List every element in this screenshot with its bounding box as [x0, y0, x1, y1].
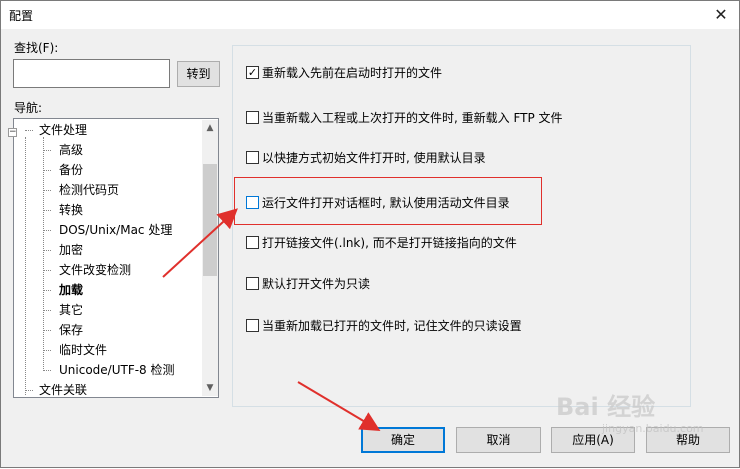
watermark-subtext: jingyan.baidu.com — [602, 422, 704, 435]
annotation-arrow-to-option — [162, 208, 238, 278]
baidu-watermark: Bai 经验 jingyan.baidu.com — [556, 387, 704, 435]
watermark-text: Bai 经验 — [556, 393, 656, 421]
config-dialog: 配置 ✕ 查找(F): 转到 导航: 文件处理 高级 备份 检测代码页 转换 D… — [0, 0, 740, 468]
annotation-arrow-to-ok — [297, 381, 381, 432]
